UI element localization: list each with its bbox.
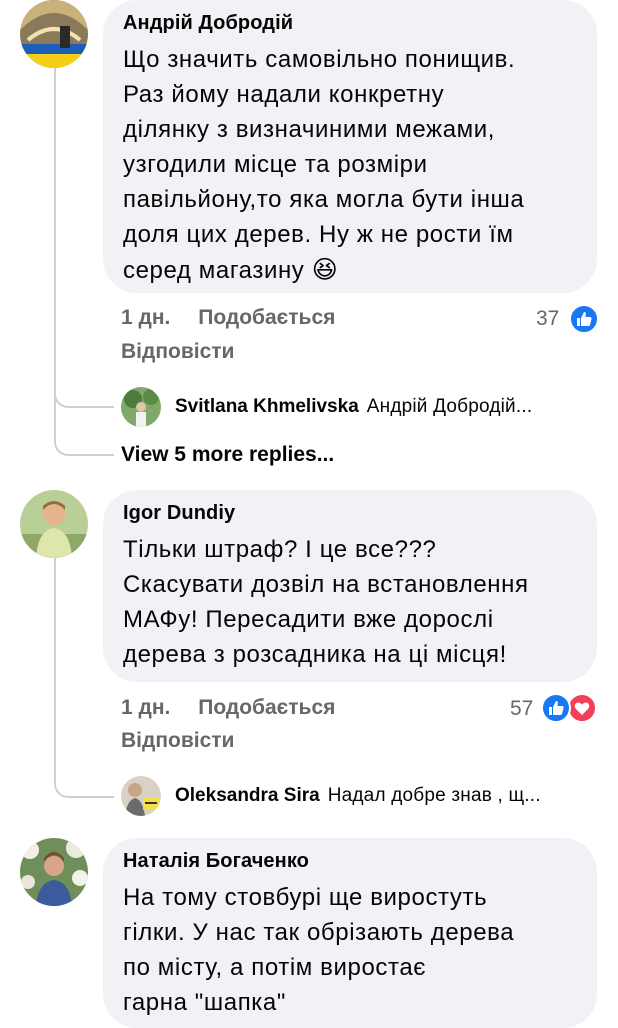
comment-meta: 1 дн. Подобається xyxy=(121,696,335,720)
comment-text: Тільки штраф? І це все??? Скасувати дозв… xyxy=(123,536,529,668)
reply-author[interactable]: Svitlana Khmelivska xyxy=(175,396,359,418)
love-icon xyxy=(567,693,597,728)
reaction-icons[interactable] xyxy=(541,693,597,728)
comment-bubble: Андрій Добродій Що значить самовільно по… xyxy=(103,0,597,293)
like-button[interactable]: Подобається xyxy=(198,696,335,719)
reply-preview[interactable]: Oleksandra Sira Надал добре знав , щ... xyxy=(175,785,541,807)
comment-time[interactable]: 1 дн. xyxy=(121,696,170,719)
like-icon xyxy=(541,693,571,728)
avatar-oleksandra[interactable] xyxy=(121,776,161,816)
comment-text: На тому стовбурі ще виростуть гілки. У н… xyxy=(123,884,515,1016)
like-icon xyxy=(569,304,599,339)
thread-connector xyxy=(54,398,114,456)
reply-button[interactable]: Відповісти xyxy=(121,729,234,753)
reply-snippet: Надал добре знав , щ... xyxy=(327,785,541,806)
thread-connector xyxy=(54,758,114,798)
like-button[interactable]: Подобається xyxy=(198,306,335,329)
avatar-andrii[interactable] xyxy=(20,0,88,68)
comment-meta: 1 дн. Подобається xyxy=(121,306,335,330)
comment-text: Що значить самовільно понищив. Раз йому … xyxy=(123,46,525,284)
comment-author[interactable]: Андрій Добродій xyxy=(123,10,575,36)
reaction-count[interactable]: 37 xyxy=(536,307,559,331)
reply-button[interactable]: Відповісти xyxy=(121,340,234,364)
thread-line xyxy=(54,68,56,398)
comment-time[interactable]: 1 дн. xyxy=(121,306,170,329)
view-more-replies-link[interactable]: View 5 more replies... xyxy=(121,443,334,467)
avatar-natalia[interactable] xyxy=(20,838,88,906)
avatar-igor[interactable] xyxy=(20,490,88,558)
comment-author[interactable]: Наталія Богаченко xyxy=(123,848,575,874)
reply-author[interactable]: Oleksandra Sira xyxy=(175,785,320,807)
reply-snippet: Андрій Добродій... xyxy=(366,396,533,417)
comment-author[interactable]: Igor Dundiy xyxy=(123,500,575,526)
thread-line xyxy=(54,558,56,758)
reply-preview[interactable]: Svitlana Khmelivska Андрій Добродій... xyxy=(175,396,532,418)
laughing-emoji-icon: 😆 xyxy=(311,255,339,284)
reaction-icons[interactable] xyxy=(569,304,599,339)
reaction-count[interactable]: 57 xyxy=(510,697,533,721)
comment-bubble: Igor Dundiy Тільки штраф? І це все??? Ск… xyxy=(103,490,597,682)
avatar-svitlana[interactable] xyxy=(121,387,161,427)
